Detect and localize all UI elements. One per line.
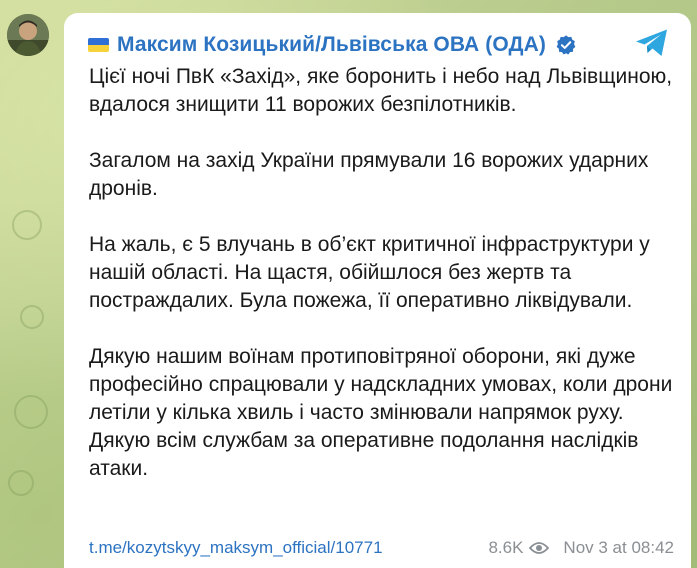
message-card: Максим Козицький/Львівська ОВА (ОДА) Ціє… — [64, 13, 691, 568]
doodle-shape — [12, 210, 42, 240]
message-footer: t.me/kozytskyy_maksym_official/10771 8.6… — [89, 536, 674, 560]
doodle-shape — [14, 395, 48, 429]
doodle-shape — [20, 305, 44, 329]
message-paragraph: Цієї ночі ПвК «Захід», яке боронить і не… — [89, 65, 673, 116]
channel-avatar[interactable] — [7, 14, 49, 56]
verified-badge-icon — [556, 35, 576, 55]
eye-icon — [529, 542, 550, 554]
message-text: Цієї ночі ПвК «Захід», яке боронить і не… — [89, 63, 679, 511]
telegram-share-icon[interactable] — [634, 27, 670, 59]
message-meta: 8.6K Nov 3 at 08:42 — [488, 538, 674, 558]
post-link[interactable]: t.me/kozytskyy_maksym_official/10771 — [89, 538, 383, 558]
message-paragraph: На жаль, є 5 влучань в об’єкт критичної … — [89, 233, 650, 312]
message-paragraph: Загалом на захід України прямували 16 во… — [89, 149, 649, 200]
view-count: 8.6K — [488, 538, 524, 557]
channel-name[interactable]: Максим Козицький/Львівська ОВА (ОДА) — [117, 33, 546, 57]
doodle-shape — [8, 470, 34, 496]
avatar-image — [7, 14, 49, 56]
ukraine-flag-icon — [88, 38, 109, 52]
message-paragraph: Дякую нашим воїнам протиповітряної оборо… — [89, 345, 673, 480]
message-header: Максим Козицький/Львівська ОВА (ОДА) — [88, 33, 577, 57]
timestamp: Nov 3 at 08:42 — [563, 538, 674, 557]
